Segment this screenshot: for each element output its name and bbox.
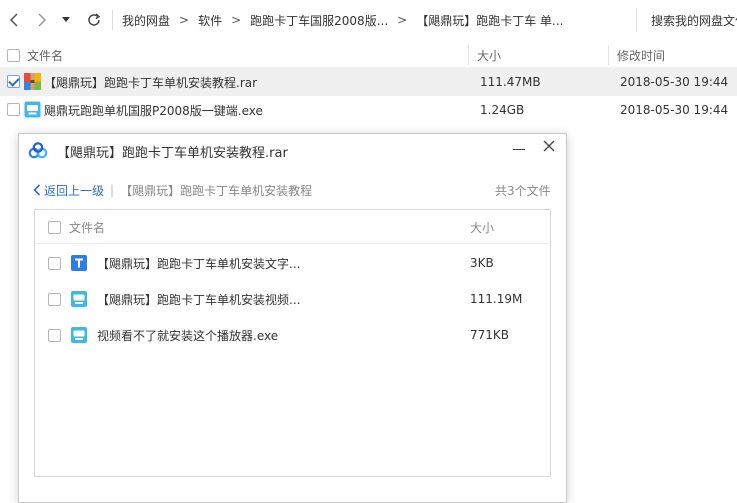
refresh-button[interactable] [83, 9, 105, 31]
chevron-right-icon [38, 13, 47, 27]
file-modified-date: 2018-05-30 19:44 [620, 75, 729, 89]
exe-file-icon [71, 327, 87, 343]
rar-archive-icon [24, 73, 41, 90]
exe-file-icon [24, 101, 41, 118]
archive-list-header: 文件名 大小 [35, 210, 550, 244]
select-all-checkbox[interactable] [48, 221, 61, 234]
file-checkbox[interactable] [7, 103, 20, 116]
history-dropdown-button[interactable] [55, 9, 77, 31]
list-item[interactable]: 【飓鼎玩】跑跑卡丁车单机安装文字... 3KB [35, 245, 550, 281]
list-item[interactable]: 【飓鼎玩】跑跑卡丁车单机安装视频... 111.19M [35, 281, 550, 317]
navigation-bar: 我的网盘 > 软件 > 跑跑卡丁车国服2008版... > 【飓鼎玩】跑跑卡丁车… [0, 0, 737, 40]
archive-file-list: 文件名 大小 【飓鼎玩】跑跑卡丁车单机安装文字... 3KB 【飓鼎玩】跑跑卡丁… [34, 209, 551, 477]
close-icon [543, 140, 555, 152]
exe-file-icon [71, 291, 87, 307]
back-label: 返回上一级 [44, 183, 105, 198]
column-header-size[interactable]: 大小 [477, 42, 501, 68]
archive-preview-dialog: 【飓鼎玩】跑跑卡丁车单机安装教程.rar 返回上一级 | 【飓鼎玩】跑跑卡丁车单… [18, 133, 567, 503]
column-header-name: 文件名 [69, 220, 106, 235]
chevron-left-icon [33, 184, 41, 196]
item-name: 视频看不了就安装这个播放器.exe [97, 328, 279, 343]
dialog-title: 【飓鼎玩】跑跑卡丁车单机安装教程.rar [57, 145, 288, 161]
item-size: 3KB [470, 256, 494, 270]
column-header-modified[interactable]: 修改时间 [617, 42, 665, 68]
breadcrumb-arrow-icon: > [179, 13, 190, 27]
text-document-icon [71, 255, 87, 271]
back-button[interactable] [3, 9, 25, 31]
dialog-path-bar: 返回上一级 | 【飓鼎玩】跑跑卡丁车单机安装教程 [33, 180, 312, 200]
file-name: 【飓鼎玩】跑跑卡丁车单机安装教程.rar [44, 75, 258, 90]
back-to-parent-link[interactable]: 返回上一级 [33, 182, 104, 199]
path-separator: | [110, 183, 115, 197]
baidu-netdisk-logo-icon [28, 142, 48, 159]
item-name: 【飓鼎玩】跑跑卡丁车单机安装文字... [97, 256, 301, 271]
item-size: 771KB [470, 328, 510, 342]
column-header-name[interactable]: 文件名 [27, 42, 63, 68]
item-size: 111.19M [470, 292, 523, 306]
item-checkbox[interactable] [48, 257, 61, 270]
item-checkbox[interactable] [48, 329, 61, 342]
close-button[interactable] [540, 137, 558, 155]
column-divider [468, 45, 469, 65]
breadcrumb-item-folder[interactable]: 跑跑卡丁车国服2008版... [244, 12, 394, 29]
forward-button[interactable] [31, 9, 53, 31]
breadcrumb-arrow-icon: > [231, 13, 242, 27]
column-header-size: 大小 [470, 220, 495, 235]
dialog-title-bar[interactable]: 【飓鼎玩】跑跑卡丁车单机安装教程.rar [19, 134, 566, 168]
column-divider [608, 45, 609, 65]
file-row[interactable]: 【飓鼎玩】跑跑卡丁车单机安装教程.rar 111.47MB 2018-05-30… [0, 68, 737, 96]
caret-down-icon [62, 17, 70, 22]
minimize-button[interactable] [511, 140, 527, 156]
file-row[interactable]: 飓鼎玩跑跑单机国服P2008版一键端.exe 1.24GB 2018-05-30… [0, 96, 737, 124]
breadcrumb-item-current[interactable]: 【飓鼎玩】跑跑卡丁车 单... [410, 12, 569, 29]
file-count: 共3个文件 [495, 183, 551, 198]
breadcrumb: 我的网盘 > 软件 > 跑跑卡丁车国服2008版... > 【飓鼎玩】跑跑卡丁车… [116, 0, 636, 40]
file-list-header: 文件名 大小 修改时间 [0, 42, 737, 68]
file-size: 1.24GB [480, 103, 525, 117]
toolbar-divider [112, 10, 113, 30]
file-name: 飓鼎玩跑跑单机国服P2008版一键端.exe [44, 103, 263, 118]
file-checkbox[interactable] [7, 75, 20, 88]
select-all-checkbox-wrap[interactable] [7, 42, 20, 68]
item-checkbox[interactable] [48, 293, 61, 306]
current-path: 【飓鼎玩】跑跑卡丁车单机安装教程 [120, 183, 313, 198]
file-size: 111.47MB [480, 75, 541, 89]
select-all-checkbox[interactable] [7, 48, 20, 62]
search-input[interactable]: 搜索我的网盘文件 [636, 8, 737, 32]
breadcrumb-arrow-icon: > [397, 13, 408, 27]
breadcrumb-item-root[interactable]: 我的网盘 [116, 12, 176, 29]
item-name: 【飓鼎玩】跑跑卡丁车单机安装视频... [97, 292, 301, 307]
chevron-left-icon [9, 13, 18, 27]
file-modified-date: 2018-05-30 19:44 [620, 103, 729, 117]
refresh-icon [88, 13, 101, 26]
list-item[interactable]: 视频看不了就安装这个播放器.exe 771KB [35, 317, 550, 353]
breadcrumb-item-software[interactable]: 软件 [192, 12, 228, 29]
